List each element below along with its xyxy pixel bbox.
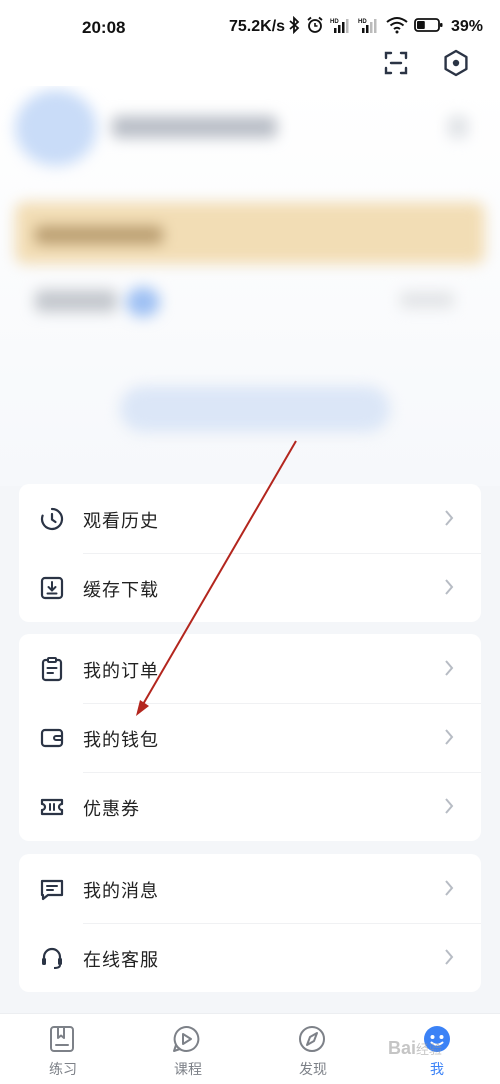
order-clipboard-icon bbox=[41, 657, 63, 682]
menu-item-label: 优惠券 bbox=[83, 799, 140, 820]
bluetooth-icon bbox=[289, 16, 300, 34]
menu-item-my-messages[interactable]: 我的消息 bbox=[19, 854, 481, 923]
chevron-right-icon bbox=[445, 798, 454, 814]
menu-item-label: 缓存下载 bbox=[83, 580, 159, 601]
watermark-brand: Bai bbox=[388, 1038, 417, 1058]
menu-item-coupons[interactable]: 优惠券 bbox=[19, 772, 481, 841]
chevron-right-icon bbox=[445, 579, 454, 595]
menu-item-label: 我的订单 bbox=[83, 661, 159, 682]
discover-compass-icon bbox=[299, 1026, 325, 1052]
profile-header-blurred bbox=[0, 86, 500, 486]
top-action-bar bbox=[0, 46, 500, 86]
chevron-right-icon bbox=[445, 729, 454, 745]
menu-item-watch-history[interactable]: 观看历史 bbox=[19, 484, 481, 553]
username-redacted bbox=[112, 116, 277, 138]
menu-item-label: 我的消息 bbox=[83, 881, 159, 902]
menu-item-cache-download[interactable]: 缓存下载 bbox=[19, 553, 481, 622]
headset-icon bbox=[42, 947, 62, 969]
practice-book-icon bbox=[50, 1026, 74, 1052]
tab-label: 课程 bbox=[174, 1062, 202, 1078]
chevron-right-icon bbox=[445, 660, 454, 676]
menu-item-my-wallet[interactable]: 我的钱包 bbox=[19, 703, 481, 772]
menu-item-label: 观看历史 bbox=[83, 511, 159, 532]
stats-chart-redacted bbox=[120, 386, 390, 432]
stats-link-redacted bbox=[400, 292, 454, 308]
profile-chevron bbox=[448, 116, 468, 138]
network-speed: 75.2K/s bbox=[229, 18, 286, 35]
tab-course[interactable]: 课程 bbox=[125, 1014, 250, 1084]
watermark: Bai经验 bbox=[388, 1038, 442, 1059]
avatar[interactable] bbox=[15, 90, 97, 166]
chevron-right-icon bbox=[445, 510, 454, 526]
tab-practice[interactable]: 练习 bbox=[0, 1014, 125, 1084]
menu-item-label: 在线客服 bbox=[83, 950, 159, 971]
stats-badge bbox=[126, 287, 160, 317]
menu-item-online-support[interactable]: 在线客服 bbox=[19, 923, 481, 992]
tab-label: 练习 bbox=[49, 1062, 77, 1078]
status-time: 20:08 bbox=[82, 18, 126, 37]
signal-hd-1-icon: HD bbox=[330, 19, 349, 33]
alarm-icon bbox=[307, 16, 323, 33]
battery-percent: 39% bbox=[451, 18, 484, 35]
tab-label-active: 我 bbox=[430, 1062, 444, 1078]
status-icons: HD HD bbox=[288, 16, 444, 34]
wifi-icon bbox=[386, 17, 408, 34]
settings-icon[interactable] bbox=[441, 48, 471, 78]
history-clock-icon bbox=[40, 507, 64, 531]
menu-item-label: 我的钱包 bbox=[83, 730, 159, 751]
menu-card-account: 我的订单 我的钱包 优惠券 bbox=[19, 634, 481, 841]
wallet-icon bbox=[40, 728, 64, 748]
tab-discover[interactable]: 发现 bbox=[250, 1014, 375, 1084]
svg-text:HD: HD bbox=[358, 19, 367, 25]
tab-label: 发现 bbox=[299, 1062, 327, 1078]
menu-card-history: 观看历史 缓存下载 bbox=[19, 484, 481, 622]
stats-label-redacted bbox=[35, 290, 117, 312]
coupon-icon bbox=[40, 798, 64, 816]
vip-banner-text-redacted bbox=[35, 226, 163, 244]
course-play-icon bbox=[173, 1025, 200, 1052]
signal-hd-2-icon: HD bbox=[358, 19, 377, 33]
menu-card-support: 我的消息 在线客服 bbox=[19, 854, 481, 992]
menu-item-my-orders[interactable]: 我的订单 bbox=[19, 634, 481, 703]
svg-text:HD: HD bbox=[330, 19, 339, 25]
download-icon bbox=[40, 576, 64, 600]
message-icon bbox=[40, 879, 64, 901]
battery-icon bbox=[414, 18, 443, 32]
scan-icon[interactable] bbox=[381, 48, 411, 78]
status-bar: 20:08 75.2K/s HD HD 39% bbox=[0, 0, 500, 48]
chevron-right-icon bbox=[445, 880, 454, 896]
watermark-suffix: 经验 bbox=[416, 1042, 443, 1057]
chevron-right-icon bbox=[445, 949, 454, 965]
